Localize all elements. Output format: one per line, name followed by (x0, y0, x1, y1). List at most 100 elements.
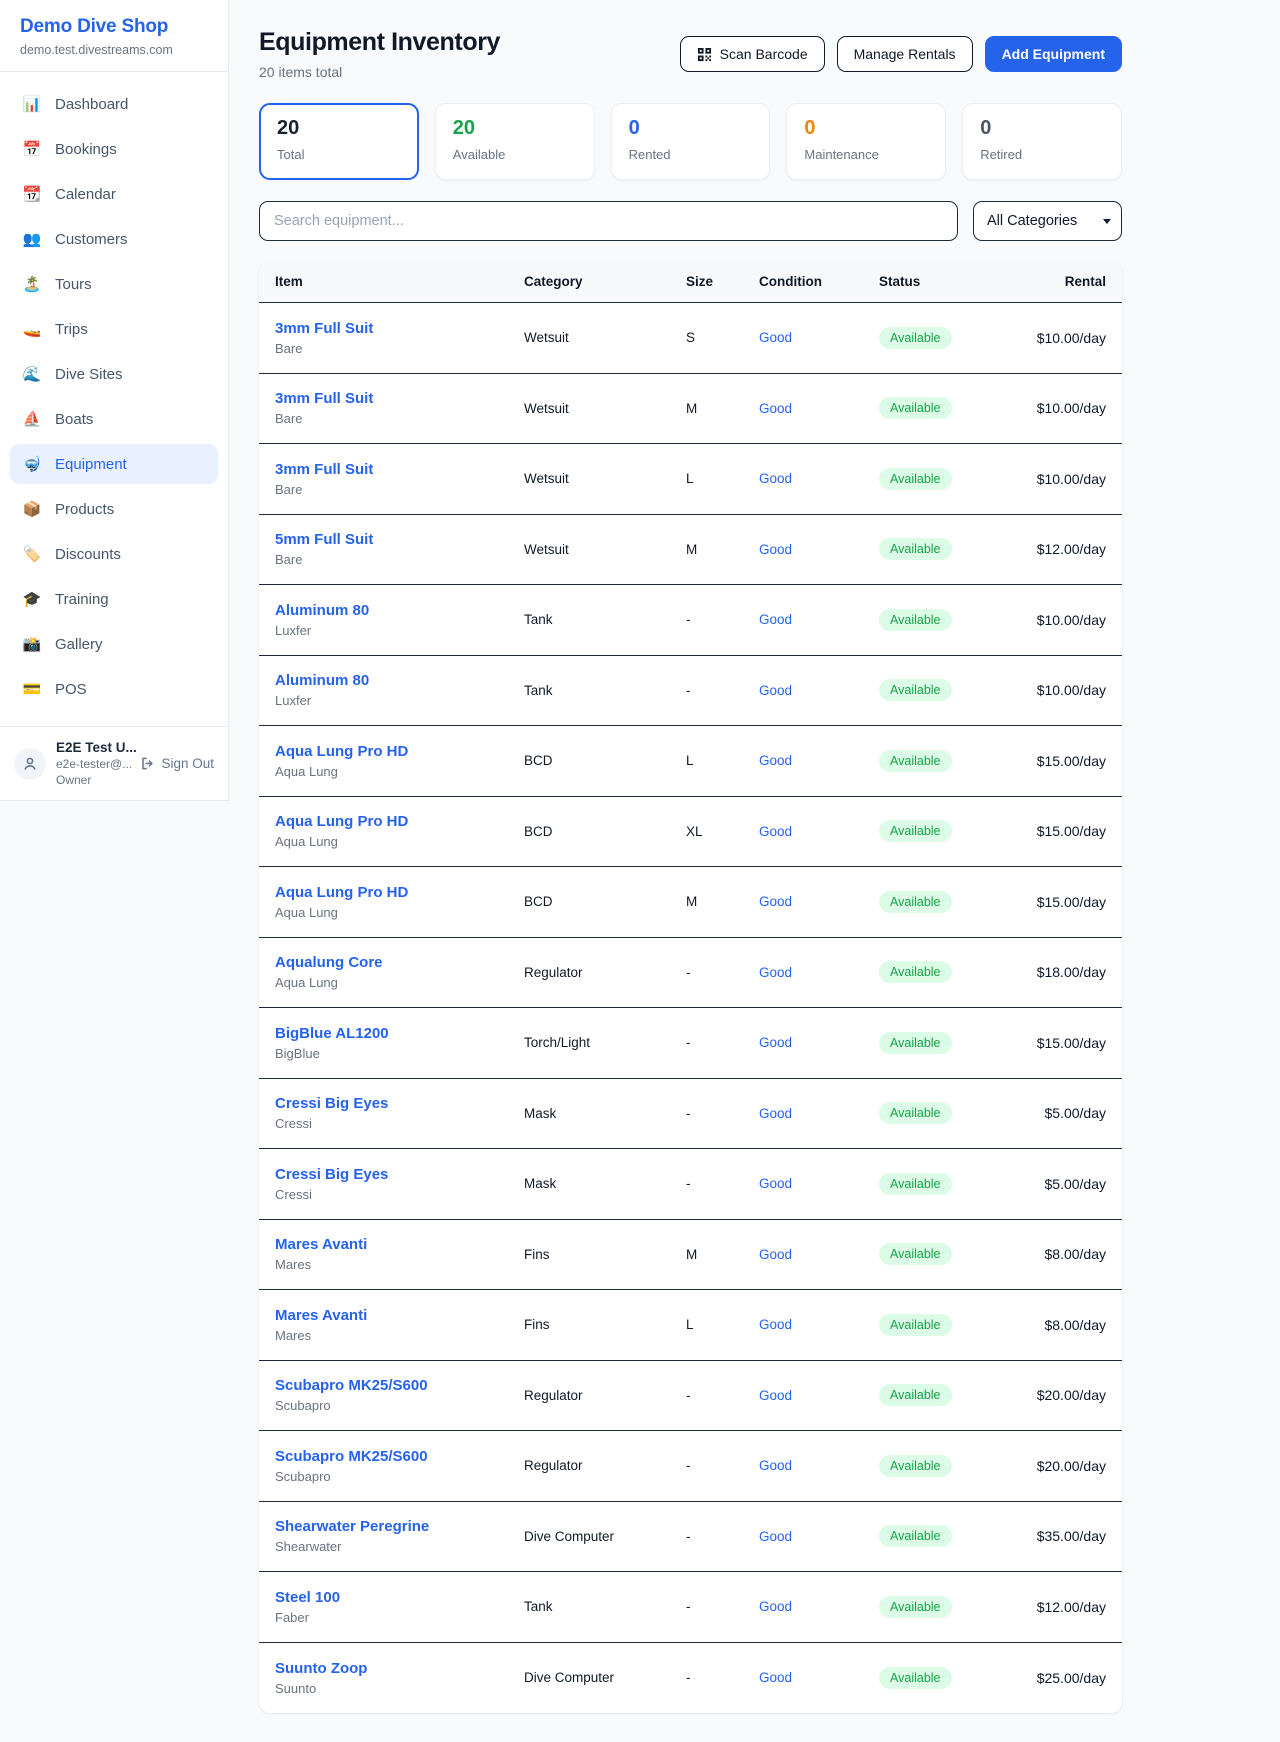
scan-barcode-button[interactable]: Scan Barcode (680, 36, 825, 72)
item-rental: $25.00/day (1014, 1670, 1106, 1686)
condition-link[interactable]: Good (759, 753, 792, 768)
condition-link[interactable]: Good (759, 1529, 792, 1544)
add-equipment-button[interactable]: Add Equipment (985, 36, 1122, 72)
condition-link[interactable]: Good (759, 1388, 792, 1403)
sidebar-nav-item[interactable]: 📸 Gallery (10, 624, 218, 664)
table-row: Aqua Lung Pro HD Aqua Lung BCD XL Good A… (259, 797, 1122, 868)
condition-link[interactable]: Good (759, 1317, 792, 1332)
item-name-link[interactable]: Scubapro MK25/S600 (275, 1448, 524, 1465)
item-name-link[interactable]: 5mm Full Suit (275, 531, 524, 548)
stat-card[interactable]: 0 Retired (962, 103, 1122, 180)
sidebar-nav-item[interactable]: 🎓 Training (10, 579, 218, 619)
status-badge: Available (879, 1243, 952, 1265)
item-rental: $20.00/day (1014, 1458, 1106, 1474)
column-header-size: Size (686, 274, 759, 289)
status-cell: Available (879, 1455, 1014, 1477)
sidebar-nav-item[interactable]: 🏝️ Tours (10, 264, 218, 304)
item-size: M (686, 894, 759, 909)
condition-link[interactable]: Good (759, 1247, 792, 1262)
page-title-block: Equipment Inventory 20 items total (259, 28, 500, 80)
item-name-link[interactable]: 3mm Full Suit (275, 461, 524, 478)
item-rental: $8.00/day (1014, 1246, 1106, 1262)
condition-link[interactable]: Good (759, 542, 792, 557)
item-size: M (686, 401, 759, 416)
item-rental: $15.00/day (1014, 823, 1106, 839)
condition-cell: Good (759, 1176, 879, 1191)
sidebar-nav-item[interactable]: 🚤 Trips (10, 309, 218, 349)
sidebar-nav-item[interactable]: 🏷️ Discounts (10, 534, 218, 574)
item-brand: Aqua Lung (275, 975, 524, 990)
item-size: - (686, 1106, 759, 1121)
condition-link[interactable]: Good (759, 471, 792, 486)
sidebar-nav-item[interactable]: 📊 Dashboard (10, 84, 218, 124)
condition-link[interactable]: Good (759, 683, 792, 698)
condition-link[interactable]: Good (759, 1599, 792, 1614)
item-rental: $15.00/day (1014, 1035, 1106, 1051)
item-name-link[interactable]: Aluminum 80 (275, 602, 524, 619)
item-name-link[interactable]: Cressi Big Eyes (275, 1095, 524, 1112)
item-cell: BigBlue AL1200 BigBlue (275, 1025, 524, 1061)
item-name-link[interactable]: Aqualung Core (275, 954, 524, 971)
item-name-link[interactable]: Aqua Lung Pro HD (275, 884, 524, 901)
scan-barcode-label: Scan Barcode (720, 46, 808, 62)
sidebar-nav-item[interactable]: 📦 Products (10, 489, 218, 529)
manage-rentals-button[interactable]: Manage Rentals (837, 36, 973, 72)
category-select-wrap: All Categories (973, 201, 1122, 241)
item-name-link[interactable]: Aqua Lung Pro HD (275, 813, 524, 830)
condition-link[interactable]: Good (759, 1106, 792, 1121)
category-select[interactable]: All Categories (973, 201, 1122, 241)
item-brand: Bare (275, 552, 524, 567)
sidebar-nav-item[interactable]: 💳 POS (10, 669, 218, 709)
item-rental: $5.00/day (1014, 1176, 1106, 1192)
item-name-link[interactable]: 3mm Full Suit (275, 390, 524, 407)
status-cell: Available (879, 1525, 1014, 1547)
sidebar-nav-item[interactable]: 📅 Bookings (10, 129, 218, 169)
condition-link[interactable]: Good (759, 894, 792, 909)
stat-card[interactable]: 20 Available (435, 103, 595, 180)
item-name-link[interactable]: Cressi Big Eyes (275, 1166, 524, 1183)
condition-link[interactable]: Good (759, 1035, 792, 1050)
condition-link[interactable]: Good (759, 401, 792, 416)
item-name-link[interactable]: Scubapro MK25/S600 (275, 1377, 524, 1394)
item-name-link[interactable]: Shearwater Peregrine (275, 1518, 524, 1535)
condition-link[interactable]: Good (759, 965, 792, 980)
condition-link[interactable]: Good (759, 824, 792, 839)
item-rental: $10.00/day (1014, 682, 1106, 698)
item-size: - (686, 1176, 759, 1191)
item-name-link[interactable]: Aluminum 80 (275, 672, 524, 689)
main-content: Equipment Inventory 20 items total Scan … (259, 0, 1122, 1713)
item-size: - (686, 612, 759, 627)
item-name-link[interactable]: 3mm Full Suit (275, 320, 524, 337)
status-badge: Available (879, 1455, 952, 1477)
item-name-link[interactable]: Aqua Lung Pro HD (275, 743, 524, 760)
sign-out-button[interactable]: Sign Out (140, 756, 214, 771)
add-equipment-label: Add Equipment (1002, 46, 1105, 62)
item-cell: Aqualung Core Aqua Lung (275, 954, 524, 990)
status-cell: Available (879, 679, 1014, 701)
nav-item-icon: 📆 (22, 185, 42, 203)
stat-card[interactable]: 0 Maintenance (786, 103, 946, 180)
search-input[interactable] (259, 201, 958, 241)
item-name-link[interactable]: Suunto Zoop (275, 1660, 524, 1677)
sidebar-nav-item[interactable]: 🌊 Dive Sites (10, 354, 218, 394)
table-row: 5mm Full Suit Bare Wetsuit M Good Availa… (259, 515, 1122, 586)
stat-card[interactable]: 0 Rented (611, 103, 771, 180)
stat-card[interactable]: 20 Total (259, 103, 419, 180)
sidebar-nav-item[interactable]: 📆 Calendar (10, 174, 218, 214)
condition-link[interactable]: Good (759, 612, 792, 627)
sidebar-nav-item[interactable]: 🤿 Equipment (10, 444, 218, 484)
item-name-link[interactable]: Mares Avanti (275, 1307, 524, 1324)
condition-link[interactable]: Good (759, 1670, 792, 1685)
item-size: M (686, 542, 759, 557)
sidebar-nav-item[interactable]: ⛵ Boats (10, 399, 218, 439)
table-row: Cressi Big Eyes Cressi Mask - Good Avail… (259, 1149, 1122, 1220)
item-category: Tank (524, 683, 686, 698)
condition-link[interactable]: Good (759, 330, 792, 345)
condition-link[interactable]: Good (759, 1176, 792, 1191)
condition-link[interactable]: Good (759, 1458, 792, 1473)
item-name-link[interactable]: Steel 100 (275, 1589, 524, 1606)
item-name-link[interactable]: Mares Avanti (275, 1236, 524, 1253)
item-name-link[interactable]: BigBlue AL1200 (275, 1025, 524, 1042)
nav-item-icon: 🚤 (22, 320, 42, 338)
sidebar-nav-item[interactable]: 👥 Customers (10, 219, 218, 259)
